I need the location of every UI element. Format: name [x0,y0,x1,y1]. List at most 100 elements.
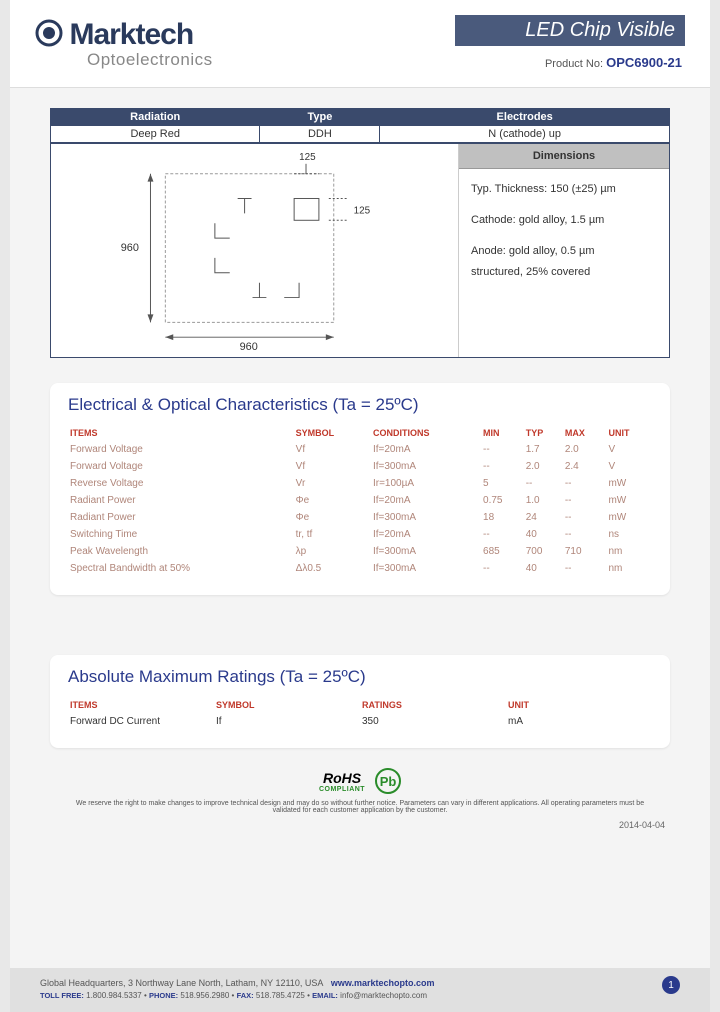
table-cell: mW [606,492,652,509]
table-cell: 18 [481,509,524,526]
absolute-section: Absolute Maximum Ratings (Ta = 25ºC) ITE… [50,655,670,748]
table-cell: 2.0 [524,458,563,475]
dim-thickness: Typ. Thickness: 150 (±25) µm [471,179,657,200]
table-cell: If=20mA [371,441,481,458]
spec-header: Electrodes [380,109,670,126]
table-cell: -- [563,560,607,577]
table-cell: Spectral Bandwidth at 50% [68,560,294,577]
table-cell: Φe [294,509,371,526]
svg-text:125: 125 [354,205,371,216]
table-cell: 350 [360,713,506,730]
table-cell: If [214,713,360,730]
page-title: LED Chip Visible [455,15,685,46]
table-cell: Reverse Voltage [68,475,294,492]
email: info@marktechopto.com [340,991,427,1000]
table-row: Switching Timetr, tfIf=20mA--40--ns [68,526,652,543]
table-row: Radiant PowerΦeIf=20mA0.751.0--mW [68,492,652,509]
table-cell: Δλ0.5 [294,560,371,577]
table-header: RATINGS [360,697,506,713]
table-cell: 2.0 [563,441,607,458]
absolute-table: ITEMSSYMBOLRATINGSUNIT Forward DC Curren… [68,697,652,730]
table-cell: 0.75 [481,492,524,509]
table-cell: -- [563,475,607,492]
table-cell: -- [524,475,563,492]
spec-header: Radiation [51,109,260,126]
table-header: CONDITIONS [371,425,481,441]
disclaimer: We reserve the right to make changes to … [50,800,670,814]
fax-label: FAX: [237,991,254,1000]
table-cell: -- [563,509,607,526]
table-header: SYMBOL [294,425,371,441]
dim-anode: Anode: gold alloy, 0.5 µm [471,241,657,262]
product-number: Product No: OPC6900-21 [545,55,682,70]
table-cell: mW [606,475,652,492]
table-row: Forward DC CurrentIf350mA [68,713,652,730]
brand-subtitle: Optoelectronics [87,50,213,70]
table-header: ITEMS [68,697,214,713]
table-cell: Forward Voltage [68,458,294,475]
table-cell: -- [481,526,524,543]
table-cell: If=20mA [371,526,481,543]
table-cell: 40 [524,526,563,543]
table-cell: 2.4 [563,458,607,475]
compliance-area: RoHS COMPLIANT Pb We reserve the right t… [50,768,670,814]
table-header: ITEMS [68,425,294,441]
table-row: Radiant PowerΦeIf=300mA1824--mW [68,509,652,526]
toll-free: 1.800.984.5337 [86,991,142,1000]
footer-address: Global Headquarters, 3 Northway Lane Nor… [40,978,323,988]
fax: 518.785.4725 [256,991,305,1000]
table-cell: Radiant Power [68,492,294,509]
electrical-title: Electrical & Optical Characteristics (Ta… [68,395,652,415]
table-header: UNIT [506,697,652,713]
table-row: Spectral Bandwidth at 50%Δλ0.5If=300mA--… [68,560,652,577]
table-row: Forward VoltageVfIf=300mA--2.02.4V [68,458,652,475]
brand-logo: Marktech Optoelectronics [35,18,213,70]
table-cell: 24 [524,509,563,526]
absolute-title: Absolute Maximum Ratings (Ta = 25ºC) [68,667,652,687]
table-cell: -- [563,492,607,509]
svg-text:125: 125 [299,152,316,163]
table-cell: If=300mA [371,543,481,560]
table-cell: Forward DC Current [68,713,214,730]
table-header: MAX [563,425,607,441]
table-cell: nm [606,543,652,560]
spec-table: Radiation Type Electrodes Deep Red DDH N… [50,108,670,143]
spec-header: Type [260,109,380,126]
rohs-text: RoHS [323,770,361,786]
email-label: EMAIL: [312,991,338,1000]
table-cell: mW [606,509,652,526]
phone-label: PHONE: [149,991,178,1000]
table-cell: V [606,458,652,475]
spec-cell: N (cathode) up [380,126,670,143]
table-cell: If=20mA [371,492,481,509]
table-cell: Vr [294,475,371,492]
chip-diagram: 125 125 960 960 [51,144,459,357]
table-row: Peak WavelengthλpIf=300mA685700710nm [68,543,652,560]
svg-text:960: 960 [240,341,258,353]
table-cell: 1.0 [524,492,563,509]
date-stamp: 2014-04-04 [50,820,670,830]
dim-structured: structured, 25% covered [471,262,657,283]
page-number: 1 [662,976,680,994]
table-cell: Peak Wavelength [68,543,294,560]
table-cell: Φe [294,492,371,509]
brand-name: Marktech [69,18,193,52]
dimensions-title: Dimensions [459,144,669,169]
pb-badge: Pb [375,768,401,794]
table-cell: If=300mA [371,458,481,475]
phone: 518.956.2980 [180,991,229,1000]
footer-web: www.marktechopto.com [331,978,435,988]
table-cell: Vf [294,458,371,475]
table-cell: 40 [524,560,563,577]
table-header: UNIT [606,425,652,441]
electrical-table: ITEMSSYMBOLCONDITIONSMINTYPMAXUNIT Forwa… [68,425,652,577]
dimensions-panel: Dimensions Typ. Thickness: 150 (±25) µm … [459,144,669,357]
toll-free-label: TOLL FREE: [40,991,84,1000]
target-icon [35,19,63,52]
table-cell: -- [481,441,524,458]
product-no-value: OPC6900-21 [606,55,682,70]
table-cell: ns [606,526,652,543]
electrical-section: Electrical & Optical Characteristics (Ta… [50,383,670,595]
table-cell: -- [563,526,607,543]
table-cell: Switching Time [68,526,294,543]
